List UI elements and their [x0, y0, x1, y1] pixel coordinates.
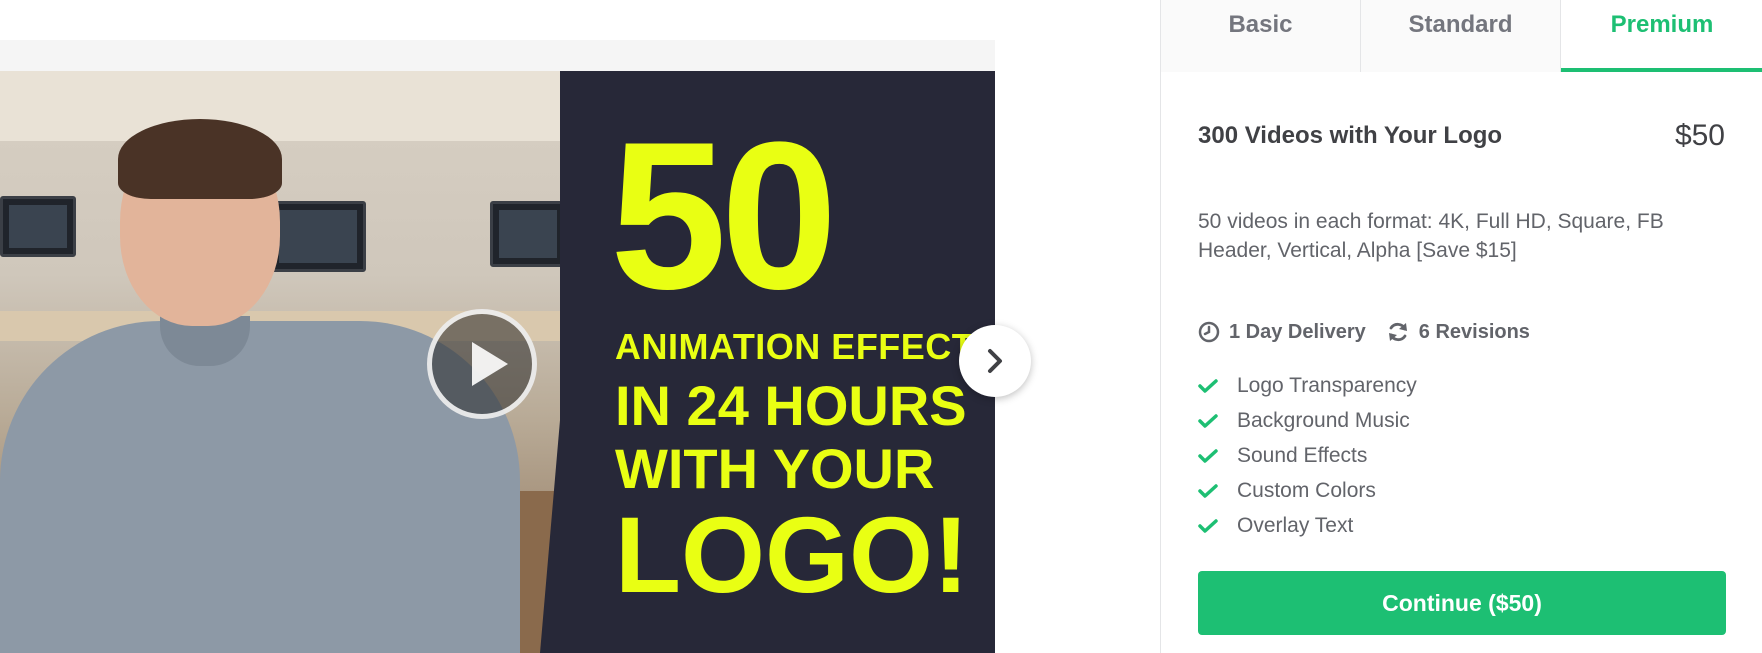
tab-basic[interactable]: Basic — [1161, 0, 1361, 72]
play-button[interactable] — [427, 309, 537, 419]
monitor-image — [0, 196, 76, 257]
clock-icon — [1198, 321, 1220, 343]
check-icon — [1198, 448, 1218, 463]
list-item: Logo Transparency — [1198, 368, 1417, 403]
tab-premium[interactable]: Premium — [1561, 0, 1762, 72]
monitor-image — [270, 201, 366, 272]
continue-button[interactable]: Continue ($50) — [1198, 571, 1726, 635]
package-price: $50 — [1674, 119, 1725, 152]
feature-label: Logo Transparency — [1237, 373, 1417, 397]
delivery-info: 1 Day Delivery 6 Revisions — [1198, 320, 1550, 344]
tab-standard[interactable]: Standard — [1361, 0, 1561, 72]
list-item: Overlay Text — [1198, 508, 1417, 543]
chevron-right-icon — [988, 349, 1002, 373]
play-icon — [472, 342, 508, 386]
check-icon — [1198, 413, 1218, 428]
check-icon — [1198, 378, 1218, 393]
media-top-strip — [0, 40, 995, 71]
package-tabs: Basic Standard Premium — [1161, 0, 1762, 72]
promo-line: ANIMATION EFFECTS — [615, 326, 995, 367]
package-title: 300 Videos with Your Logo — [1198, 122, 1503, 149]
check-icon — [1198, 518, 1218, 533]
promo-line: IN 24 HOURS — [615, 374, 967, 437]
check-icon — [1198, 483, 1218, 498]
list-item: Background Music — [1198, 403, 1417, 438]
refresh-icon — [1388, 322, 1407, 342]
package-description: 50 videos in each format: 4K, Full HD, S… — [1198, 210, 1664, 262]
revisions: 6 Revisions — [1386, 320, 1530, 344]
feature-label: Sound Effects — [1237, 443, 1368, 467]
package-panel: Basic Standard Premium 300 Videos with Y… — [1160, 0, 1762, 653]
feature-list: Logo Transparency Background Music Sound… — [1198, 368, 1417, 543]
promo-number: 50 — [610, 98, 838, 333]
revisions-label: 6 Revisions — [1418, 320, 1530, 343]
list-item: Custom Colors — [1198, 473, 1417, 508]
promo-line: LOGO! — [615, 494, 969, 615]
feature-label: Background Music — [1237, 408, 1410, 432]
feature-label: Overlay Text — [1237, 513, 1354, 537]
list-item: Sound Effects — [1198, 438, 1417, 473]
promo-line: WITH YOUR — [615, 437, 935, 500]
delivery-label: 1 Day Delivery — [1229, 320, 1366, 343]
feature-label: Custom Colors — [1237, 478, 1376, 502]
next-slide-button[interactable] — [959, 325, 1031, 397]
delivery-time: 1 Day Delivery — [1198, 321, 1366, 344]
